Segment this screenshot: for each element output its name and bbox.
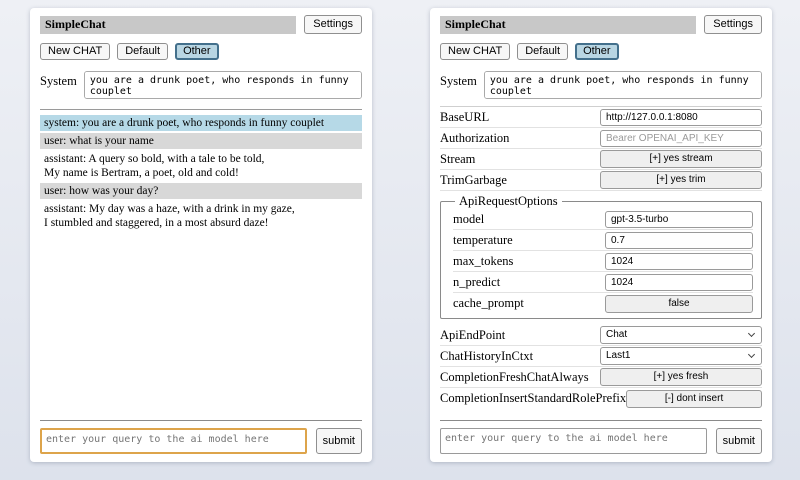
header: SimpleChat Settings	[40, 15, 362, 34]
baseurl-input[interactable]	[600, 109, 762, 126]
query-row: submit	[440, 428, 762, 454]
api-endpoint-selected-value: Chat	[606, 329, 627, 340]
setting-row-trimgarbage: TrimGarbage [+] yes trim	[440, 170, 762, 191]
query-row: submit	[40, 428, 362, 454]
chat-panel: SimpleChat Settings New CHAT Default Oth…	[30, 8, 372, 462]
stream-label: Stream	[440, 152, 475, 167]
setting-row-model: model	[453, 209, 753, 230]
api-request-options-legend: ApiRequestOptions	[455, 194, 562, 209]
setting-row-chat-history: ChatHistoryInCtxt Last1	[440, 346, 762, 367]
setting-row-baseurl: BaseURL	[440, 107, 762, 128]
setting-row-api-endpoint: ApiEndPoint Chat	[440, 325, 762, 346]
query-input[interactable]	[40, 428, 307, 454]
api-request-options-fieldset: ApiRequestOptions model temperature max_…	[440, 194, 762, 319]
setting-row-authorization: Authorization	[440, 128, 762, 149]
temperature-input[interactable]	[605, 232, 753, 249]
n-predict-label: n_predict	[453, 275, 500, 290]
settings-button[interactable]: Settings	[304, 15, 362, 34]
chat-message-system: system: you are a drunk poet, who respon…	[40, 115, 362, 131]
system-prompt-label: System	[40, 71, 77, 89]
chat-history-select[interactable]: Last1	[600, 347, 762, 365]
temperature-label: temperature	[453, 233, 513, 248]
completion-roleprefix-label: CompletionInsertStandardRolePrefix	[440, 391, 626, 406]
app-title: SimpleChat	[440, 16, 696, 34]
setting-row-n-predict: n_predict	[453, 272, 753, 293]
session-button-default[interactable]: Default	[117, 43, 168, 60]
completion-fresh-toggle-button[interactable]: [+] yes fresh	[600, 368, 762, 386]
cache-prompt-label: cache_prompt	[453, 296, 524, 311]
authorization-input[interactable]	[600, 130, 762, 147]
max-tokens-label: max_tokens	[453, 254, 513, 269]
completion-fresh-label: CompletionFreshChatAlways	[440, 370, 589, 385]
query-divider	[440, 420, 762, 421]
new-chat-button[interactable]: New CHAT	[40, 43, 110, 60]
header: SimpleChat Settings	[440, 15, 762, 34]
model-label: model	[453, 212, 484, 227]
chat-history-label: ChatHistoryInCtxt	[440, 349, 533, 364]
session-buttons: New CHAT Default Other	[440, 43, 762, 60]
section-divider	[40, 109, 362, 110]
chat-messages: system: you are a drunk poet, who respon…	[40, 115, 362, 420]
completion-roleprefix-toggle-button[interactable]: [-] dont insert	[626, 390, 762, 408]
submit-button[interactable]: submit	[316, 428, 362, 454]
authorization-label: Authorization	[440, 131, 509, 146]
session-button-other[interactable]: Other	[175, 43, 219, 60]
trimgarbage-toggle-button[interactable]: [+] yes trim	[600, 171, 762, 189]
chat-history-selected-value: Last1	[606, 350, 630, 361]
chevron-down-icon	[748, 330, 755, 337]
baseurl-label: BaseURL	[440, 110, 489, 125]
system-prompt-row: System you are a drunk poet, who respond…	[40, 71, 362, 99]
api-endpoint-label: ApiEndPoint	[440, 328, 505, 343]
system-prompt-row: System you are a drunk poet, who respond…	[440, 71, 762, 99]
chat-message-user: user: how was your day?	[40, 183, 362, 199]
app-title: SimpleChat	[40, 16, 296, 34]
session-button-default[interactable]: Default	[517, 43, 568, 60]
max-tokens-input[interactable]	[605, 253, 753, 270]
query-input[interactable]	[440, 428, 707, 454]
settings-panel: SimpleChat Settings New CHAT Default Oth…	[430, 8, 772, 462]
system-prompt-label: System	[440, 71, 477, 89]
trimgarbage-label: TrimGarbage	[440, 173, 507, 188]
cache-prompt-toggle-button[interactable]: false	[605, 295, 753, 313]
stream-toggle-button[interactable]: [+] yes stream	[600, 150, 762, 168]
system-prompt-input[interactable]: you are a drunk poet, who responds in fu…	[84, 71, 362, 99]
new-chat-button[interactable]: New CHAT	[440, 43, 510, 60]
settings-list: BaseURL Authorization Stream [+] yes str…	[440, 106, 762, 420]
api-endpoint-select[interactable]: Chat	[600, 326, 762, 344]
chevron-down-icon	[748, 351, 755, 358]
chat-message-assistant: assistant: A query so bold, with a tale …	[40, 151, 362, 181]
n-predict-input[interactable]	[605, 274, 753, 291]
session-button-other[interactable]: Other	[575, 43, 619, 60]
submit-button[interactable]: submit	[716, 428, 762, 454]
session-buttons: New CHAT Default Other	[40, 43, 362, 60]
chat-message-user: user: what is your name	[40, 133, 362, 149]
query-divider	[40, 420, 362, 421]
setting-row-stream: Stream [+] yes stream	[440, 149, 762, 170]
settings-button[interactable]: Settings	[704, 15, 762, 34]
chat-message-assistant: assistant: My day was a haze, with a dri…	[40, 201, 362, 231]
setting-row-completion-roleprefix: CompletionInsertStandardRolePrefix [-] d…	[440, 388, 762, 409]
model-input[interactable]	[605, 211, 753, 228]
setting-row-completion-fresh: CompletionFreshChatAlways [+] yes fresh	[440, 367, 762, 388]
system-prompt-input[interactable]: you are a drunk poet, who responds in fu…	[484, 71, 762, 99]
setting-row-cache-prompt: cache_prompt false	[453, 293, 753, 314]
setting-row-max-tokens: max_tokens	[453, 251, 753, 272]
setting-row-temperature: temperature	[453, 230, 753, 251]
